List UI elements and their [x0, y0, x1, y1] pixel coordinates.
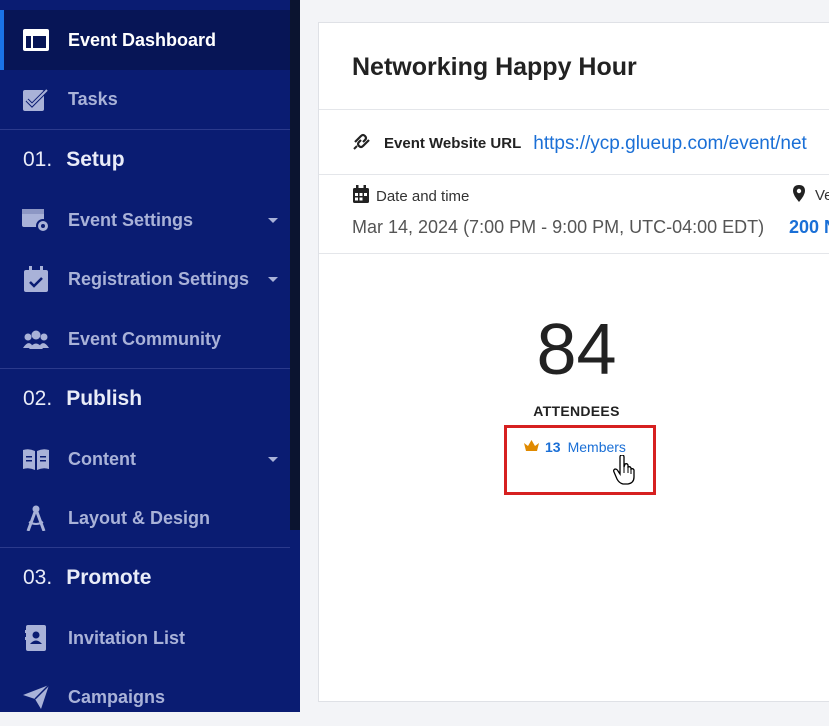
- attendees-label: ATTENDEES: [533, 403, 620, 419]
- chevron-down-icon[interactable]: [268, 218, 278, 223]
- sidebar-item-layout-design[interactable]: Layout & Design: [0, 489, 290, 547]
- members-count[interactable]: 13: [545, 439, 561, 455]
- dashboard-icon: [22, 26, 50, 54]
- members-link[interactable]: 13 Members: [524, 439, 626, 455]
- divider: [319, 253, 829, 254]
- sidebar-item-event-community[interactable]: Event Community: [0, 310, 290, 368]
- sidebar-item-label: Content: [68, 448, 136, 469]
- sidebar: Event Dashboard Tasks 01. Setup Event Se…: [0, 0, 300, 712]
- address-book-icon: [22, 624, 50, 652]
- website-url-row: Event Website URL https://ycp.glueup.com…: [352, 131, 807, 156]
- sidebar-item-content[interactable]: Content: [0, 430, 290, 488]
- sidebar-scrollbar-track[interactable]: [290, 530, 300, 712]
- members-label[interactable]: Members: [568, 439, 626, 455]
- section-setup: 01. Setup: [0, 129, 290, 189]
- section-publish: 02. Publish: [0, 368, 290, 428]
- event-overview-card: Networking Happy Hour Event Website URL …: [318, 22, 829, 702]
- community-icon: [22, 325, 50, 353]
- venue-label-row: Ve: [793, 185, 829, 206]
- divider: [319, 109, 829, 110]
- compass-icon: [22, 504, 50, 532]
- sidebar-item-label: Tasks: [68, 88, 118, 109]
- sidebar-item-event-settings[interactable]: Event Settings: [0, 191, 290, 249]
- section-number: 02.: [23, 386, 53, 410]
- crown-icon: [524, 439, 539, 455]
- date-time-value: Mar 14, 2024 (7:00 PM - 9:00 PM, UTC-04:…: [352, 217, 765, 237]
- venue-value-link[interactable]: 200 N: [789, 217, 829, 238]
- sidebar-item-label: Invitation List: [68, 627, 185, 648]
- paper-plane-icon: [22, 683, 50, 711]
- page-title: Networking Happy Hour: [352, 53, 637, 81]
- sidebar-item-label: Event Dashboard: [68, 29, 217, 50]
- book-icon: [22, 445, 50, 473]
- section-number: 03.: [23, 565, 53, 589]
- sidebar-scrollbar-thumb[interactable]: [290, 0, 300, 530]
- sidebar-item-registration-settings[interactable]: Registration Settings: [0, 250, 290, 308]
- chevron-down-icon[interactable]: [268, 277, 278, 282]
- date-time-label: Date and time: [376, 188, 470, 205]
- sidebar-item-invitation-list[interactable]: Invitation List: [0, 609, 290, 667]
- link-icon: [352, 131, 372, 156]
- event-settings-icon: [22, 206, 50, 234]
- venue-label: Ve: [815, 187, 829, 204]
- hand-cursor-icon: [613, 454, 635, 490]
- sidebar-item-tasks[interactable]: Tasks: [0, 70, 290, 128]
- section-name: Setup: [66, 147, 125, 171]
- section-number: 01.: [23, 147, 53, 171]
- attendee-count: 84: [536, 310, 617, 390]
- sidebar-item-label: Layout & Design: [68, 507, 211, 528]
- tasks-icon: [22, 85, 50, 113]
- section-name: Promote: [66, 565, 152, 589]
- chevron-down-icon[interactable]: [268, 457, 278, 462]
- section-name: Publish: [66, 386, 143, 410]
- website-url-link[interactable]: https://ycp.glueup.com/event/net: [533, 133, 807, 155]
- sidebar-item-label: Registration Settings: [68, 268, 250, 289]
- website-url-label: Event Website URL: [384, 135, 522, 152]
- calendar-check-icon: [22, 265, 50, 293]
- divider: [319, 174, 829, 175]
- date-time-label-row: Date and time: [352, 185, 469, 208]
- sidebar-item-campaigns[interactable]: Campaigns: [0, 668, 290, 726]
- sidebar-item-label: Campaigns: [68, 686, 166, 707]
- sidebar-item-label: Event Settings: [68, 209, 194, 230]
- sidebar-item-event-dashboard[interactable]: Event Dashboard: [0, 10, 290, 70]
- calendar-icon: [352, 185, 370, 208]
- sidebar-item-label: Event Community: [68, 328, 222, 349]
- map-pin-icon: [793, 185, 805, 206]
- section-promote: 03. Promote: [0, 547, 290, 607]
